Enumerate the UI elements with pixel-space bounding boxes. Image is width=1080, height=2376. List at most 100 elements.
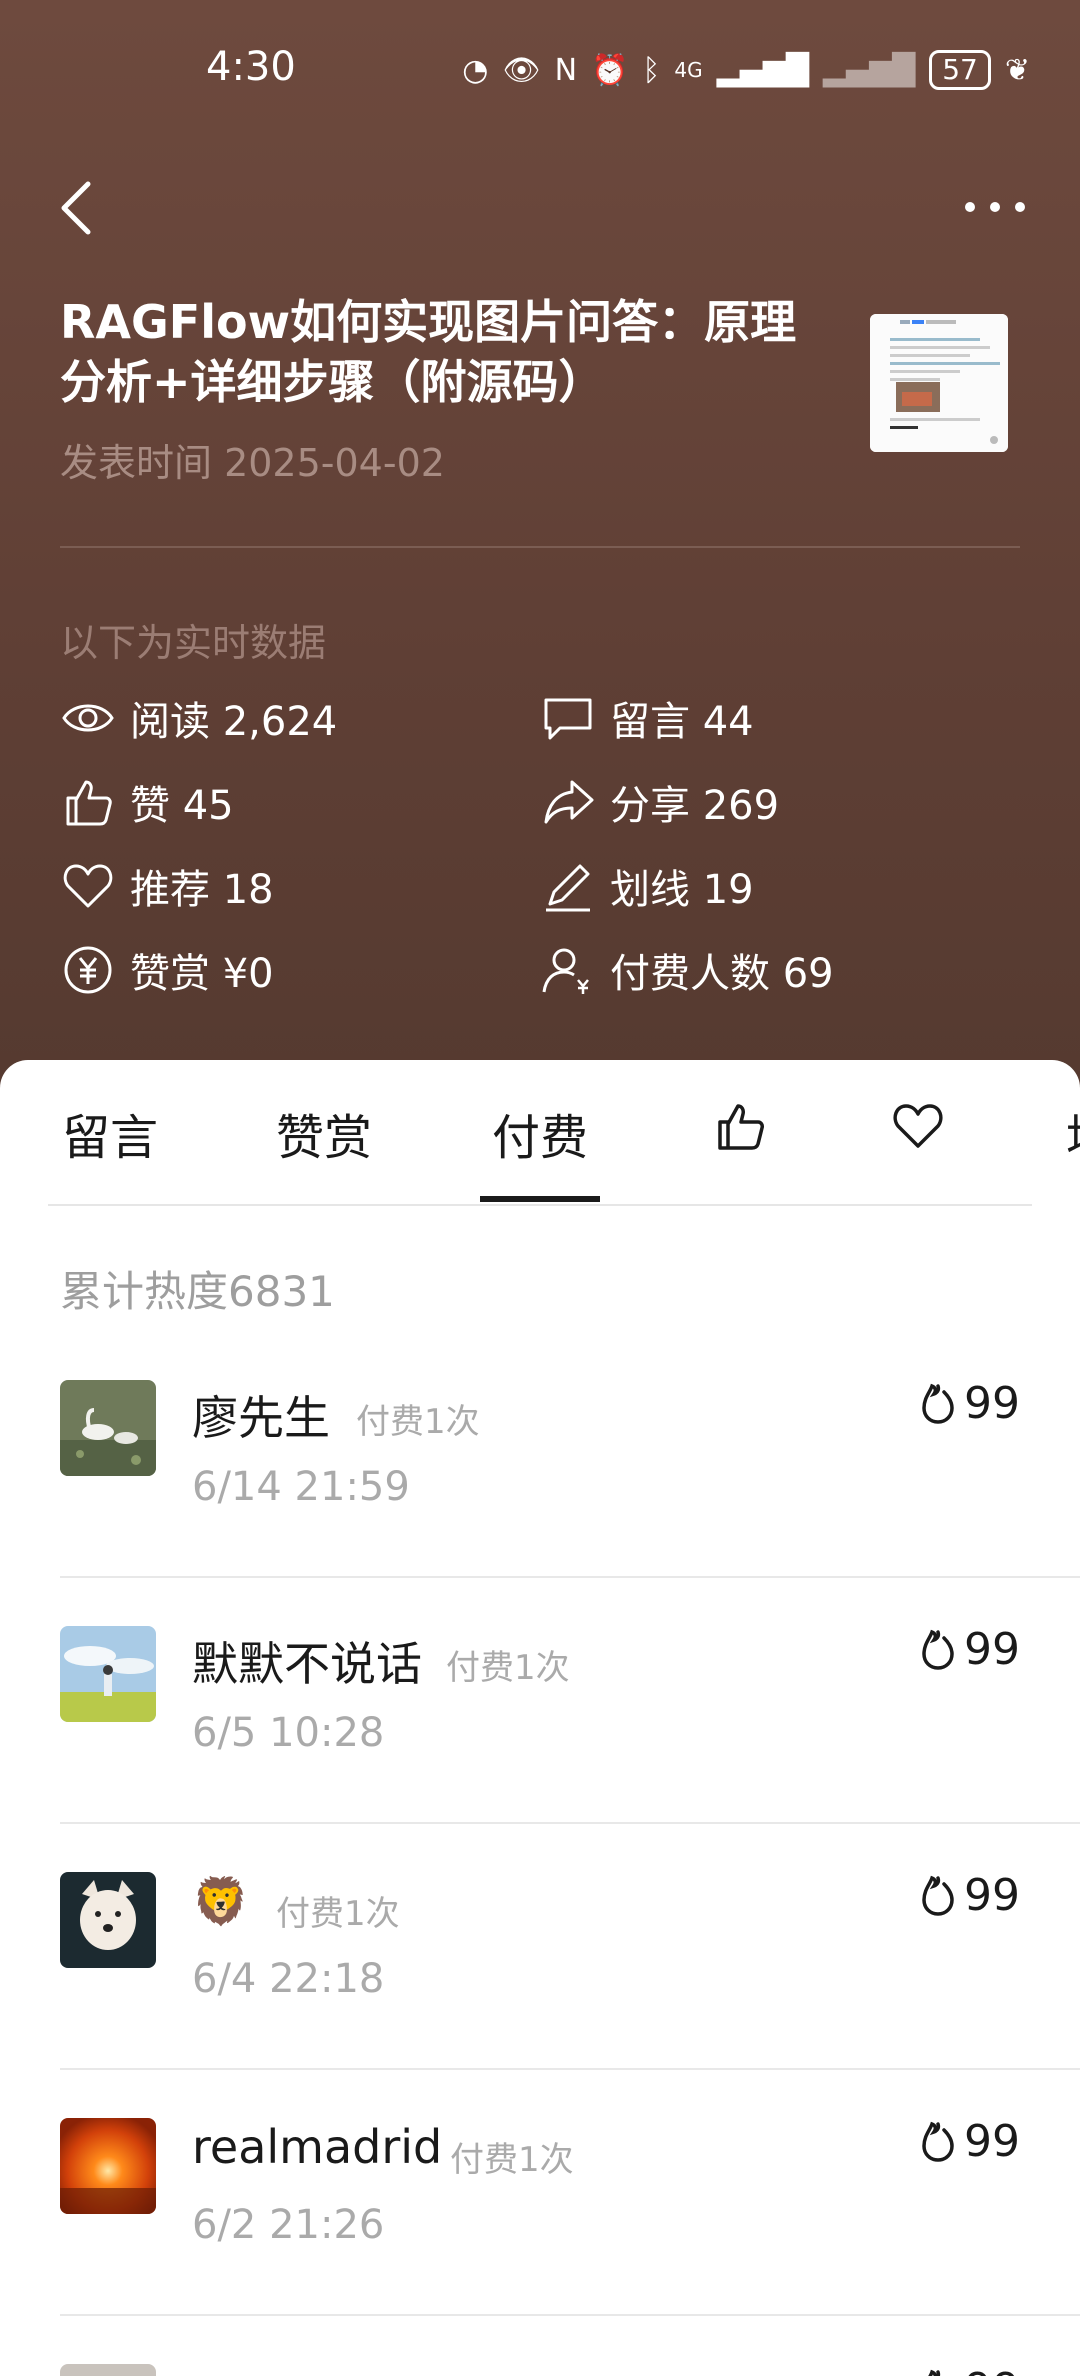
signal-icon: ▂▄▆█ xyxy=(716,52,809,88)
eye-comfort-icon: 👁 xyxy=(502,52,541,88)
eye-icon xyxy=(62,704,114,732)
user-name: realmadrid xyxy=(192,2120,443,2174)
paid-count: 付费1次 xyxy=(356,1402,480,1442)
stat-likes-label: 赞 45 xyxy=(130,783,234,829)
row-divider xyxy=(60,2068,1080,2070)
back-button[interactable] xyxy=(56,178,106,238)
flame-icon xyxy=(922,1875,954,1916)
thumbs-up-icon xyxy=(718,1104,764,1150)
heat-number: 99 xyxy=(964,2364,1020,2376)
list-item[interactable]: 99 xyxy=(0,2364,1080,2376)
row-divider xyxy=(60,2314,1080,2316)
user-name: 廖先生 xyxy=(192,1391,330,1445)
list-item[interactable]: 🦁 付费1次 6/4 22:18 99 xyxy=(0,1870,1080,2118)
tab-likes[interactable] xyxy=(712,1098,768,1154)
heat-value: 99 xyxy=(918,1870,1020,1921)
flame-icon xyxy=(922,1629,954,1670)
yuan-coin-icon xyxy=(64,946,112,994)
heat-number: 99 xyxy=(964,2116,1020,2167)
paid-count: 付费1次 xyxy=(276,1894,400,1934)
chevron-left-icon xyxy=(61,181,91,235)
network-type-label: 4G xyxy=(674,58,703,82)
realtime-label: 以下为实时数据 xyxy=(60,621,327,665)
heart-icon xyxy=(63,864,113,908)
article-thumbnail[interactable] xyxy=(870,314,1008,452)
record-time: 6/5 10:28 xyxy=(192,1710,385,1756)
stat-reads: 阅读 2,624 xyxy=(60,688,337,748)
avatar[interactable] xyxy=(60,1626,156,1722)
active-tab-indicator xyxy=(480,1196,600,1202)
avatar-sunset-image xyxy=(60,2118,156,2214)
heat-value: 99 xyxy=(918,2116,1020,2167)
stat-comments: 留言 44 xyxy=(540,688,754,748)
leaf-icon: ❦ xyxy=(1004,52,1030,88)
stat-shares-label: 分享 269 xyxy=(610,783,780,829)
status-bar: 4:30 ◔ 👁 N ⏰ ᛒ 4G ▂▄▆█ ▂▄▆█ 57 ❦ xyxy=(0,0,1080,140)
article-header-panel xyxy=(0,0,1080,1100)
battery-indicator: 57 xyxy=(929,50,991,90)
flame-icon xyxy=(922,2121,954,2162)
avatar[interactable] xyxy=(60,1872,156,1968)
thumbs-up-icon xyxy=(66,780,112,826)
stat-recommends-label: 推荐 18 xyxy=(130,867,274,913)
stat-highlights: 划线 19 xyxy=(540,856,754,916)
nfc-icon: N xyxy=(554,52,578,88)
list-item[interactable]: 默默不说话 付费1次 6/5 10:28 99 xyxy=(0,1624,1080,1872)
stat-likes: 赞 45 xyxy=(60,772,234,832)
heat-value: 99 xyxy=(918,1624,1020,1675)
avatar[interactable] xyxy=(60,2364,156,2376)
publish-date: 发表时间 2025-04-02 xyxy=(60,441,445,485)
tab-recommends[interactable] xyxy=(890,1098,946,1154)
list-item[interactable]: realmadrid 付费1次 6/2 21:26 99 xyxy=(0,2116,1080,2364)
avatar[interactable] xyxy=(60,1380,156,1476)
paid-count: 付费1次 xyxy=(446,1648,570,1688)
heat-number: 99 xyxy=(964,1624,1020,1675)
more-button[interactable] xyxy=(960,190,1030,220)
record-time: 6/14 21:59 xyxy=(192,1464,410,1510)
avatar-swans-image xyxy=(60,1380,156,1476)
user-name: 🦁 xyxy=(192,1874,250,1928)
avatar[interactable] xyxy=(60,2118,156,2214)
status-time: 4:30 xyxy=(206,44,296,90)
heat-number: 99 xyxy=(964,1870,1020,1921)
heat-total: 累计热度6831 xyxy=(60,1267,335,1316)
heat-value: 99 xyxy=(918,2364,1020,2376)
record-time: 6/2 21:26 xyxy=(192,2202,385,2248)
pen-icon xyxy=(546,864,590,912)
tab-paid[interactable]: 付费 xyxy=(492,1098,588,1168)
flame-icon xyxy=(922,1383,954,1424)
share-icon xyxy=(544,780,594,824)
header-divider xyxy=(60,546,1020,548)
heat-number: 99 xyxy=(964,1378,1020,1429)
tab-more-partial[interactable]: 均 xyxy=(1066,1098,1080,1168)
flame-icon xyxy=(927,2369,945,2376)
comment-icon xyxy=(544,698,592,740)
stat-highlights-label: 划线 19 xyxy=(610,867,754,913)
stat-comments-label: 留言 44 xyxy=(610,699,754,745)
hd-call-icon: ◔ xyxy=(462,52,489,88)
heat-value: 99 xyxy=(918,1378,1020,1429)
list-item[interactable]: 廖先生 付费1次 6/14 21:59 99 xyxy=(0,1378,1080,1626)
stat-reads-label: 阅读 2,624 xyxy=(130,699,338,745)
row-divider xyxy=(60,1576,1080,1578)
heart-icon xyxy=(893,1104,943,1148)
article-title[interactable]: RAGFlow如何实现图片问答：原理分析+详细步骤（附源码） xyxy=(60,292,820,412)
tab-tips[interactable]: 赞赏 xyxy=(276,1098,372,1168)
thumbnail-image xyxy=(870,314,1008,452)
tab-divider xyxy=(48,1204,1032,1206)
bluetooth-icon: ᛒ xyxy=(642,52,661,88)
tab-comments[interactable]: 留言 xyxy=(62,1098,158,1168)
stat-payers-label: 付费人数 69 xyxy=(610,951,834,997)
avatar-dog-image xyxy=(60,1872,156,1968)
stat-tips-label: 赞赏 ¥0 xyxy=(130,951,274,997)
status-icons: ◔ 👁 N ⏰ ᛒ 4G ▂▄▆█ ▂▄▆█ 57 ❦ xyxy=(462,50,1030,90)
no-signal-icon: ▂▄▆█ xyxy=(822,52,916,88)
more-dots-icon xyxy=(965,202,1025,212)
row-divider xyxy=(60,1822,1080,1824)
paid-count: 付费1次 xyxy=(450,2140,574,2180)
record-time: 6/4 22:18 xyxy=(192,1956,385,2002)
stat-payers: 付费人数 69 xyxy=(540,940,834,1000)
stat-recommends: 推荐 18 xyxy=(60,856,274,916)
user-name: 默默不说话 xyxy=(192,1637,422,1691)
avatar-field-image xyxy=(60,1626,156,1722)
